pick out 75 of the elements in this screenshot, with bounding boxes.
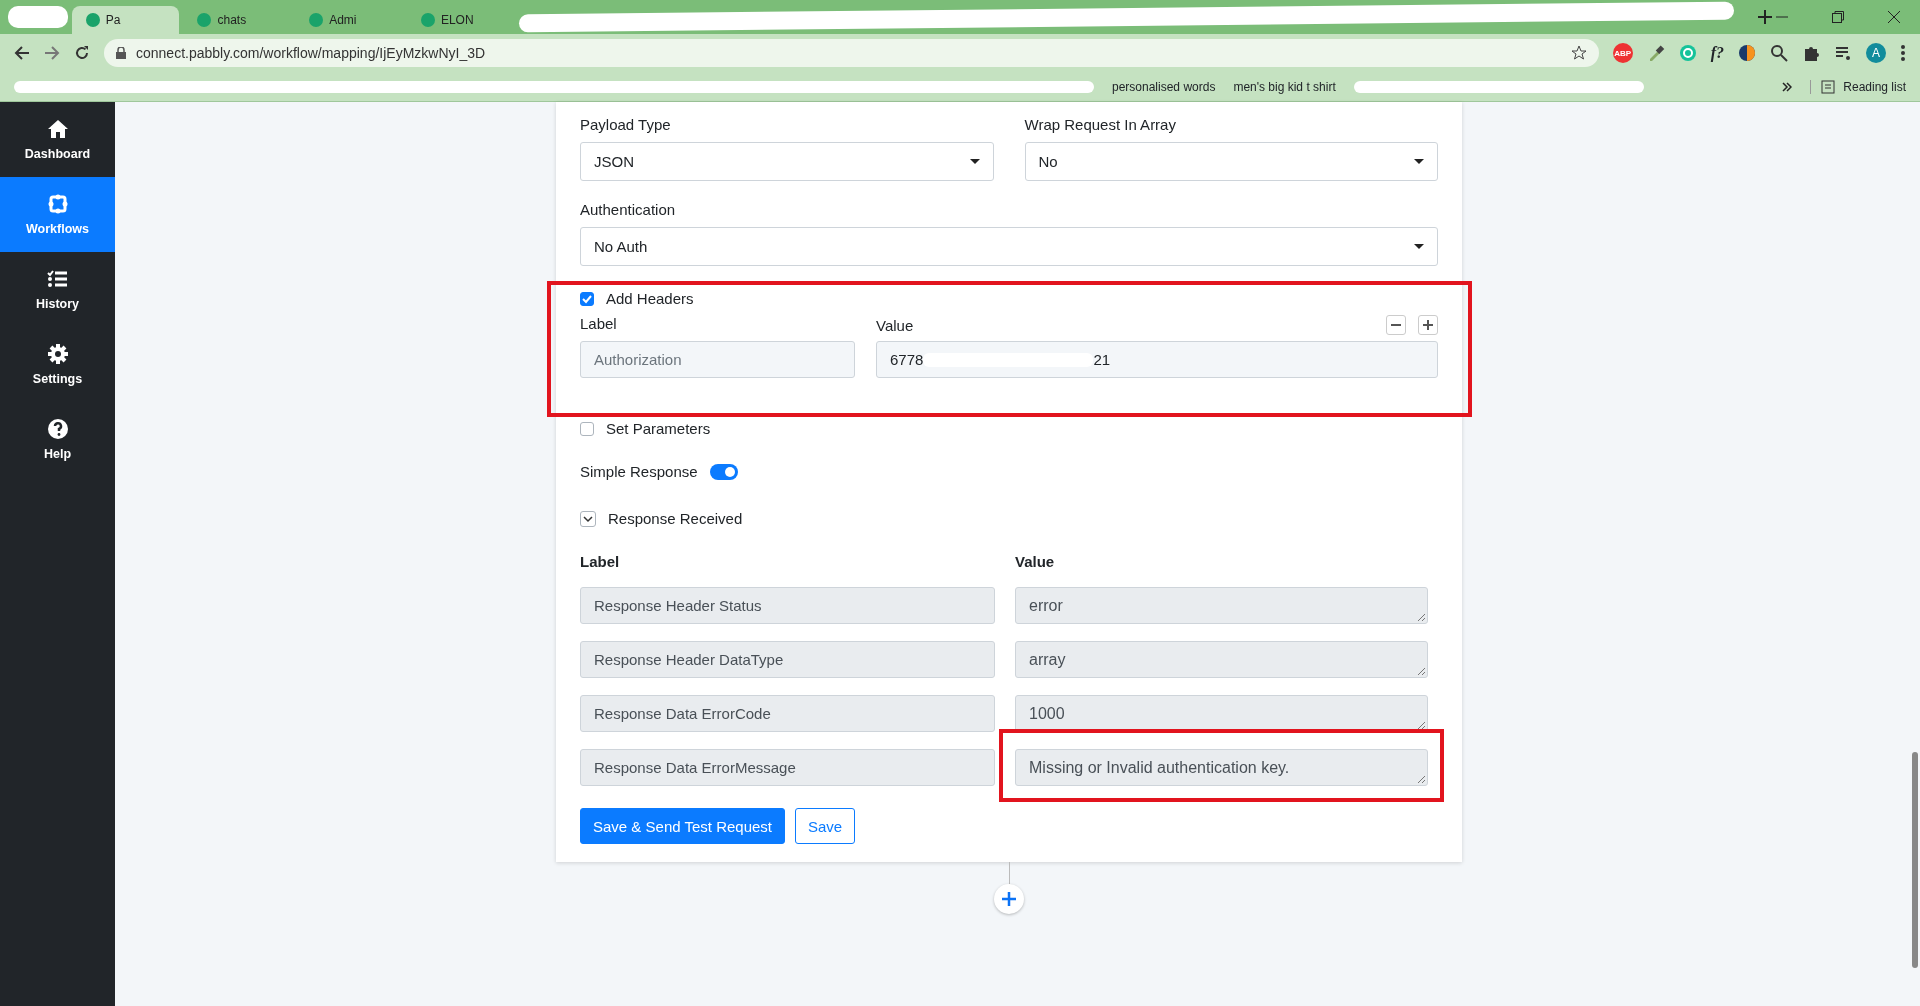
browser-tab[interactable]: Admi [295, 6, 403, 34]
gear-icon [46, 343, 69, 365]
expand-button[interactable] [580, 510, 596, 527]
playlist-icon[interactable] [1834, 44, 1852, 62]
search-icon[interactable] [1770, 44, 1788, 62]
header-label-input[interactable]: Authorization [580, 341, 855, 378]
resize-grip-icon[interactable] [1417, 667, 1425, 675]
payload-type-select[interactable]: JSON [580, 142, 994, 181]
field-label: Payload Type [580, 116, 672, 133]
response-label-field: Response Data ErrorCode [580, 695, 995, 732]
home-icon [46, 118, 69, 140]
sidebar-item[interactable]: Help [0, 402, 115, 477]
authentication-select[interactable]: No Auth [580, 227, 1438, 266]
browser-tab[interactable]: chats [183, 6, 292, 34]
plus-icon [1423, 320, 1433, 330]
response-label-field: Response Data ErrorMessage [580, 749, 995, 786]
response-label-field: Response Header DataType [580, 641, 995, 678]
response-value-field: array [1015, 641, 1428, 678]
bookmark[interactable]: personalised words [1112, 79, 1216, 94]
network-icon [46, 193, 69, 215]
sidebar-item[interactable]: History [0, 252, 115, 327]
address-bar[interactable]: connect.pabbly.com/workflow/mapping/IjEyMzkwNyI_3D [104, 39, 1599, 67]
resize-grip-icon[interactable] [1417, 613, 1425, 621]
new-tab-icon[interactable] [1758, 10, 1772, 24]
checklist-icon [46, 268, 69, 290]
chevron-icon [583, 513, 593, 524]
checkbox[interactable] [580, 291, 594, 306]
profile-avatar[interactable]: A [1866, 43, 1886, 63]
extension-icon[interactable] [1738, 44, 1756, 62]
field-label: Wrap Request In Array [1024, 116, 1177, 133]
extension-icon[interactable]: ABP [1612, 43, 1633, 63]
reading-list-icon [1821, 79, 1836, 94]
toggle-switch[interactable] [709, 463, 738, 480]
field-label: Authentication [580, 201, 677, 218]
reading-list-button[interactable]: Reading list [1810, 79, 1906, 94]
resize-grip-icon[interactable] [1417, 775, 1425, 783]
checkbox-label: Add Headers [606, 290, 694, 307]
sidebar-item[interactable]: Workflows [0, 177, 115, 252]
extension-icon[interactable]: f? [1710, 44, 1724, 62]
checkbox-label: Set Parameters [606, 420, 711, 437]
more-bookmarks-icon[interactable] [1782, 81, 1793, 92]
column-heading: Value [1015, 553, 1056, 570]
redaction-mark [8, 6, 68, 28]
puzzle-icon[interactable] [1802, 44, 1820, 62]
sidebar-item[interactable]: Settings [0, 327, 115, 402]
add-step-button[interactable] [994, 884, 1024, 914]
remove-button[interactable] [1386, 315, 1406, 335]
bookmark[interactable]: men's big kid t shirt [1233, 79, 1336, 94]
browser-tab[interactable]: Pa [71, 6, 180, 34]
browser-tab[interactable]: ELON [406, 6, 515, 34]
response-value-field: error [1015, 587, 1428, 624]
wrap-request-select[interactable]: No [1024, 142, 1438, 181]
header-value-input[interactable]: 6778 21 [876, 341, 1438, 378]
plus-icon [1002, 892, 1016, 906]
back-icon[interactable] [14, 45, 30, 61]
scrollbar[interactable] [1912, 752, 1918, 968]
help-icon [46, 418, 69, 440]
resize-grip-icon[interactable] [1417, 721, 1425, 729]
column-label: Value [876, 316, 914, 334]
restore-icon[interactable] [1832, 11, 1844, 23]
add-button[interactable] [1418, 315, 1438, 335]
more-icon[interactable] [1900, 44, 1906, 62]
response-label-field: Response Header Status [580, 587, 995, 624]
response-value-field: Missing or Invalid authentication key. [1015, 749, 1428, 786]
close-icon[interactable] [1888, 11, 1900, 23]
column-heading: Label [580, 553, 621, 570]
column-label: Label [580, 315, 618, 334]
action-button[interactable]: Save & Send Test Request [580, 808, 785, 844]
sidebar-item[interactable]: Dashboard [0, 102, 115, 177]
toggle-label: Simple Response [580, 463, 698, 480]
checkbox[interactable] [580, 421, 594, 436]
forward-icon[interactable] [44, 45, 60, 61]
section-label: Response Received [608, 510, 743, 527]
action-button[interactable]: Save [795, 808, 856, 844]
reload-icon[interactable] [74, 45, 90, 61]
